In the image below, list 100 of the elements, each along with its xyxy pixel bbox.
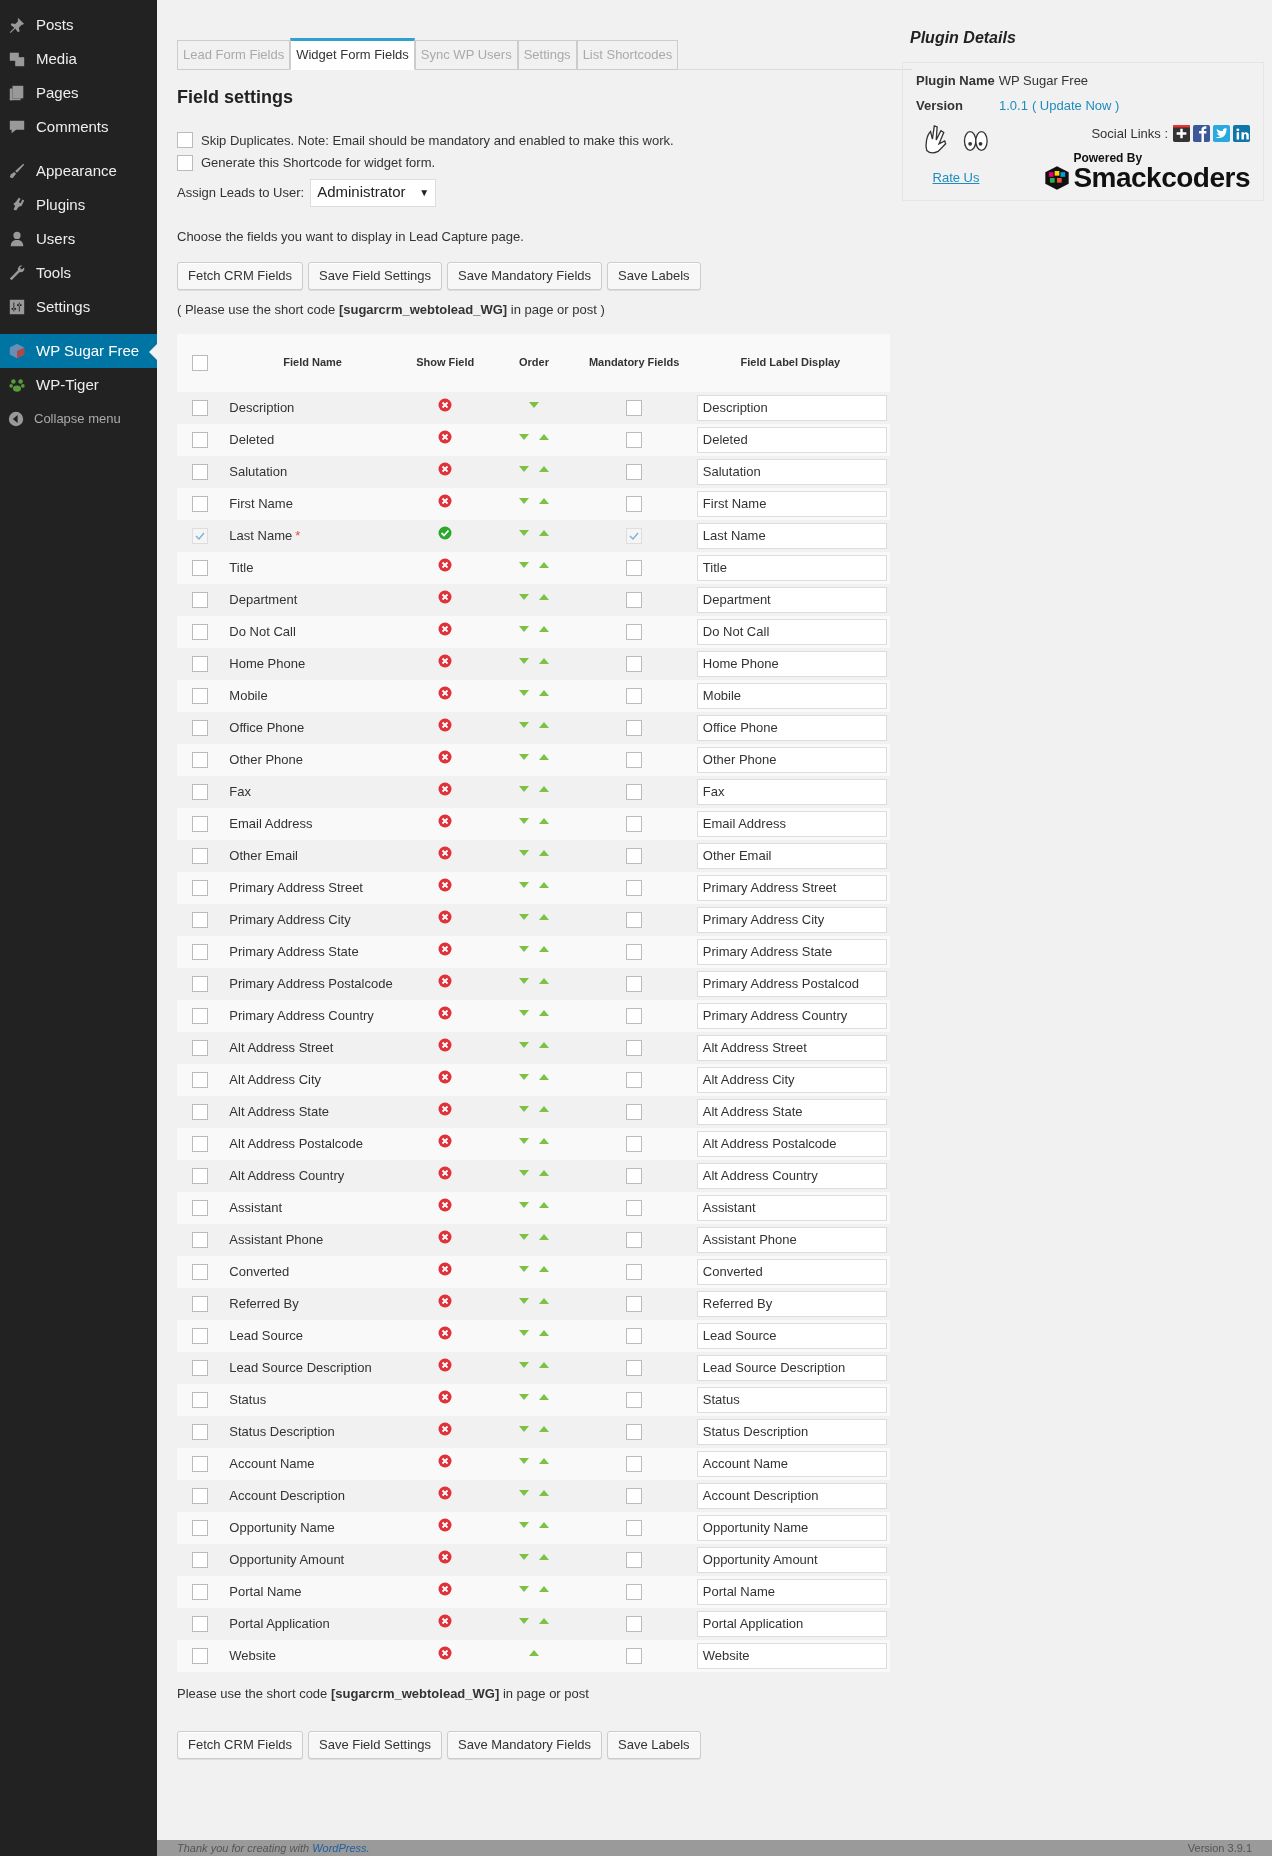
move-down-icon[interactable] [519, 1137, 529, 1144]
cross-icon[interactable] [438, 845, 453, 860]
label-input[interactable]: Converted [696, 1258, 887, 1285]
select-all-checkbox[interactable] [192, 354, 209, 371]
linkedin-icon[interactable] [1233, 125, 1250, 143]
label-input[interactable]: Alt Address Country [696, 1162, 887, 1189]
row-checkbox[interactable] [192, 655, 209, 672]
move-down-icon[interactable] [519, 1361, 529, 1368]
move-down-icon[interactable] [519, 1297, 529, 1304]
row-checkbox[interactable] [192, 847, 209, 864]
move-down-icon[interactable] [519, 1553, 529, 1560]
move-up-icon[interactable] [539, 1425, 549, 1432]
action-button[interactable]: Save Field Settings [308, 262, 443, 290]
cross-icon[interactable] [438, 493, 453, 508]
move-up-icon[interactable] [539, 1169, 549, 1176]
mandatory-checkbox[interactable] [626, 1167, 643, 1184]
row-checkbox[interactable] [192, 1199, 209, 1216]
mandatory-checkbox[interactable] [626, 975, 643, 992]
mandatory-checkbox[interactable] [626, 431, 643, 448]
sidebar-item[interactable]: Posts [0, 8, 157, 42]
label-input[interactable]: Status [696, 1386, 887, 1413]
move-up-icon[interactable] [539, 1105, 549, 1112]
move-up-icon[interactable] [539, 465, 549, 472]
label-input[interactable]: Portal Name [696, 1578, 887, 1605]
cross-icon[interactable] [438, 461, 453, 476]
move-up-icon[interactable] [539, 1265, 549, 1272]
label-input[interactable]: Lead Source [696, 1322, 887, 1349]
row-checkbox[interactable] [192, 1327, 209, 1344]
update-link[interactable]: ( Update Now ) [1031, 95, 1120, 115]
move-up-icon[interactable] [539, 689, 549, 696]
move-down-icon[interactable] [519, 849, 529, 856]
mandatory-checkbox[interactable] [626, 623, 643, 640]
move-up-icon[interactable] [539, 945, 549, 952]
cross-icon[interactable] [438, 1197, 453, 1212]
label-input[interactable]: Title [696, 554, 887, 581]
cross-icon[interactable] [438, 1261, 453, 1276]
cross-icon[interactable] [438, 1005, 453, 1020]
row-checkbox[interactable] [192, 1039, 209, 1056]
cross-icon[interactable] [438, 1613, 453, 1628]
mandatory-checkbox[interactable] [626, 1359, 643, 1376]
move-up-icon[interactable] [539, 1137, 549, 1144]
move-up-icon[interactable] [539, 1361, 549, 1368]
row-checkbox[interactable] [192, 1263, 209, 1280]
label-input[interactable]: Office Phone [696, 714, 887, 741]
mandatory-checkbox[interactable] [626, 783, 643, 800]
row-checkbox[interactable] [192, 1551, 209, 1568]
action-button[interactable]: Save Mandatory Fields [447, 262, 602, 290]
label-input[interactable]: Referred By [696, 1290, 887, 1317]
mandatory-checkbox[interactable] [626, 1199, 643, 1216]
label-input[interactable]: Salutation [696, 458, 887, 485]
collapse-menu-button[interactable]: Collapse menu [0, 402, 157, 436]
move-down-icon[interactable] [519, 1489, 529, 1496]
checkbox[interactable] [177, 154, 193, 171]
move-up-icon[interactable] [539, 785, 549, 792]
move-up-icon[interactable] [539, 1617, 549, 1624]
cross-icon[interactable] [438, 621, 453, 636]
label-input[interactable]: Opportunity Name [696, 1514, 887, 1541]
label-input[interactable]: Website [696, 1642, 887, 1669]
label-input[interactable]: Other Email [696, 842, 887, 869]
move-down-icon[interactable] [519, 753, 529, 760]
sidebar-item[interactable]: Media [0, 42, 157, 76]
label-input[interactable]: Do Not Call [696, 618, 887, 645]
cross-icon[interactable] [438, 685, 453, 700]
cross-icon[interactable] [438, 1645, 453, 1660]
move-down-icon[interactable] [519, 625, 529, 632]
row-checkbox[interactable] [192, 1647, 209, 1664]
action-button[interactable]: Fetch CRM Fields [177, 262, 304, 290]
mandatory-checkbox[interactable] [626, 719, 643, 736]
move-up-icon[interactable] [539, 497, 549, 504]
mandatory-checkbox[interactable] [626, 1583, 643, 1600]
label-input[interactable]: Mobile [696, 682, 887, 709]
checkbox[interactable] [177, 132, 193, 149]
sidebar-item[interactable]: Users [0, 222, 157, 256]
row-checkbox[interactable] [192, 1359, 209, 1376]
label-input[interactable]: Assistant [696, 1194, 887, 1221]
row-checkbox[interactable] [192, 1615, 209, 1632]
move-down-icon[interactable] [519, 1393, 529, 1400]
cross-icon[interactable] [438, 1389, 453, 1404]
cross-icon[interactable] [438, 653, 453, 668]
label-input[interactable]: Alt Address Street [696, 1034, 887, 1061]
row-checkbox[interactable] [192, 431, 209, 448]
action-button[interactable]: Fetch CRM Fields [177, 1731, 304, 1759]
move-up-icon[interactable] [539, 593, 549, 600]
cross-icon[interactable] [438, 1517, 453, 1532]
action-button[interactable]: Save Mandatory Fields [447, 1731, 602, 1759]
row-checkbox[interactable] [192, 463, 209, 480]
row-checkbox[interactable] [192, 559, 209, 576]
mandatory-checkbox[interactable] [626, 1391, 643, 1408]
move-up-icon[interactable] [539, 1201, 549, 1208]
move-up-icon[interactable] [539, 1297, 549, 1304]
label-input[interactable]: Department [696, 586, 887, 613]
row-checkbox[interactable] [192, 1583, 209, 1600]
move-down-icon[interactable] [519, 1169, 529, 1176]
rate-link[interactable]: Rate Us [932, 168, 980, 188]
row-checkbox[interactable] [192, 1167, 209, 1184]
cross-icon[interactable] [438, 557, 453, 572]
mandatory-checkbox[interactable] [626, 1295, 643, 1312]
move-up-icon[interactable] [539, 1073, 549, 1080]
move-up-icon[interactable] [539, 753, 549, 760]
row-checkbox[interactable] [192, 623, 209, 640]
